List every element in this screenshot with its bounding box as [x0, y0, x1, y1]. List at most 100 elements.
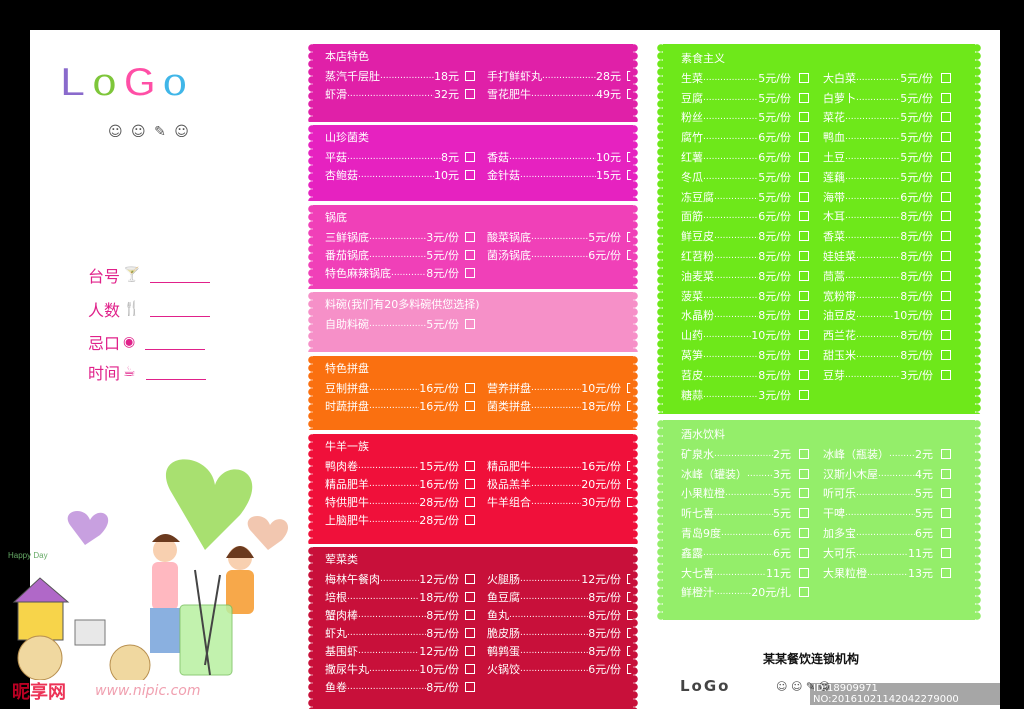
item-checkbox[interactable] — [465, 628, 475, 638]
item-checkbox[interactable] — [465, 170, 475, 180]
form-input-line[interactable] — [150, 302, 211, 317]
item-checkbox[interactable] — [941, 330, 951, 341]
item-checkbox[interactable] — [799, 547, 809, 558]
item-checkbox[interactable] — [799, 587, 809, 598]
logo-letter-g: G — [122, 57, 157, 106]
menu-item: 鸭肉卷 .................................. 1… — [325, 458, 475, 474]
item-checkbox[interactable] — [799, 350, 809, 361]
form-input-line[interactable] — [145, 365, 206, 380]
item-checkbox[interactable] — [799, 369, 809, 380]
item-checkbox[interactable] — [465, 479, 475, 489]
item-price: 5元/份 — [900, 151, 933, 165]
item-price: 20元/份 — [581, 478, 621, 491]
item-checkbox[interactable] — [465, 646, 475, 656]
item-checkbox[interactable] — [941, 468, 951, 479]
item-checkbox[interactable] — [941, 211, 951, 222]
item-checkbox[interactable] — [465, 461, 475, 471]
item-checkbox[interactable] — [799, 488, 809, 499]
item-checkbox[interactable] — [941, 547, 951, 558]
item-checkbox[interactable] — [941, 231, 951, 242]
item-name: 红薯 — [681, 151, 703, 165]
menu-item: 海带 .............................. 6元/份 — [823, 189, 951, 205]
menu-item: 蒸汽千层肚 ..................................… — [325, 68, 475, 84]
item-checkbox[interactable] — [465, 497, 475, 507]
item-checkbox[interactable] — [465, 610, 475, 620]
item-checkbox[interactable] — [941, 132, 951, 143]
item-checkbox[interactable] — [941, 488, 951, 499]
menu-row: 撒尿牛丸 .................................. … — [325, 660, 637, 678]
item-checkbox[interactable] — [799, 132, 809, 143]
item-checkbox[interactable] — [941, 508, 951, 519]
menu-item: 精品肥羊 .................................. … — [325, 476, 475, 492]
item-checkbox[interactable] — [465, 268, 475, 278]
item-checkbox[interactable] — [941, 251, 951, 262]
menu-row: 虾滑 .................................. 32… — [325, 85, 637, 103]
item-checkbox[interactable] — [465, 89, 475, 99]
item-checkbox[interactable] — [799, 389, 809, 400]
item-checkbox[interactable] — [465, 592, 475, 602]
item-checkbox[interactable] — [941, 92, 951, 103]
item-checkbox[interactable] — [465, 232, 475, 242]
item-checkbox[interactable] — [465, 401, 475, 411]
item-checkbox[interactable] — [799, 152, 809, 163]
item-checkbox[interactable] — [799, 528, 809, 539]
item-checkbox[interactable] — [941, 448, 951, 459]
item-checkbox[interactable] — [799, 72, 809, 83]
item-checkbox[interactable] — [941, 369, 951, 380]
item-checkbox[interactable] — [941, 270, 951, 281]
item-checkbox[interactable] — [465, 682, 475, 692]
item-checkbox[interactable] — [799, 171, 809, 182]
item-name: 菌类拼盘 — [487, 400, 531, 413]
item-checkbox[interactable] — [799, 270, 809, 281]
item-checkbox[interactable] — [465, 71, 475, 81]
item-checkbox[interactable] — [799, 251, 809, 262]
small-heart-icon — [67, 510, 109, 545]
menu-row: 小果粒橙 .............................. 5元 听… — [681, 484, 963, 504]
item-price: 8元/份 — [758, 289, 791, 303]
form-input-line[interactable] — [150, 268, 211, 283]
item-checkbox[interactable] — [465, 250, 475, 260]
item-checkbox[interactable] — [941, 112, 951, 123]
item-checkbox[interactable] — [799, 448, 809, 459]
item-checkbox[interactable] — [799, 508, 809, 519]
item-price: 16元/份 — [419, 382, 459, 395]
item-checkbox[interactable] — [799, 92, 809, 103]
item-checkbox[interactable] — [941, 567, 951, 578]
menu-item: 平菇 .................................. 8元 — [325, 149, 475, 165]
item-checkbox[interactable] — [799, 191, 809, 202]
item-checkbox[interactable] — [465, 319, 475, 329]
item-checkbox[interactable] — [799, 330, 809, 341]
item-checkbox[interactable] — [799, 468, 809, 479]
item-name: 梅林午餐肉 — [325, 573, 380, 586]
item-checkbox[interactable] — [799, 567, 809, 578]
item-price: 8元/份 — [900, 250, 933, 264]
decorative-icons: ☺ ☺ ✎ ☺ — [108, 124, 191, 140]
menu-item: 火腿肠 .................................. 1… — [487, 571, 637, 587]
form-input-line[interactable] — [145, 335, 206, 350]
item-name: 土豆 — [823, 151, 845, 165]
item-checkbox[interactable] — [465, 574, 475, 584]
item-checkbox[interactable] — [941, 72, 951, 83]
item-checkbox[interactable] — [465, 152, 475, 162]
item-checkbox[interactable] — [941, 528, 951, 539]
menu-item: 山药 .............................. 10元/份 — [681, 327, 809, 343]
item-name: 牛羊组合 — [487, 496, 531, 509]
item-name: 鸭血 — [823, 131, 845, 145]
item-checkbox[interactable] — [941, 152, 951, 163]
item-checkbox[interactable] — [941, 350, 951, 361]
menu-item: 香菜 .............................. 8元/份 — [823, 228, 951, 244]
item-checkbox[interactable] — [799, 231, 809, 242]
item-checkbox[interactable] — [799, 290, 809, 301]
item-checkbox[interactable] — [941, 310, 951, 321]
item-checkbox[interactable] — [465, 664, 475, 674]
item-checkbox[interactable] — [941, 191, 951, 202]
item-checkbox[interactable] — [799, 112, 809, 123]
item-checkbox[interactable] — [799, 211, 809, 222]
item-checkbox[interactable] — [465, 515, 475, 525]
item-checkbox[interactable] — [799, 310, 809, 321]
item-checkbox[interactable] — [465, 383, 475, 393]
menu-item: 木耳 .............................. 8元/份 — [823, 208, 951, 224]
item-checkbox[interactable] — [941, 171, 951, 182]
item-checkbox[interactable] — [941, 290, 951, 301]
item-name: 酸菜锅底 — [487, 231, 531, 244]
